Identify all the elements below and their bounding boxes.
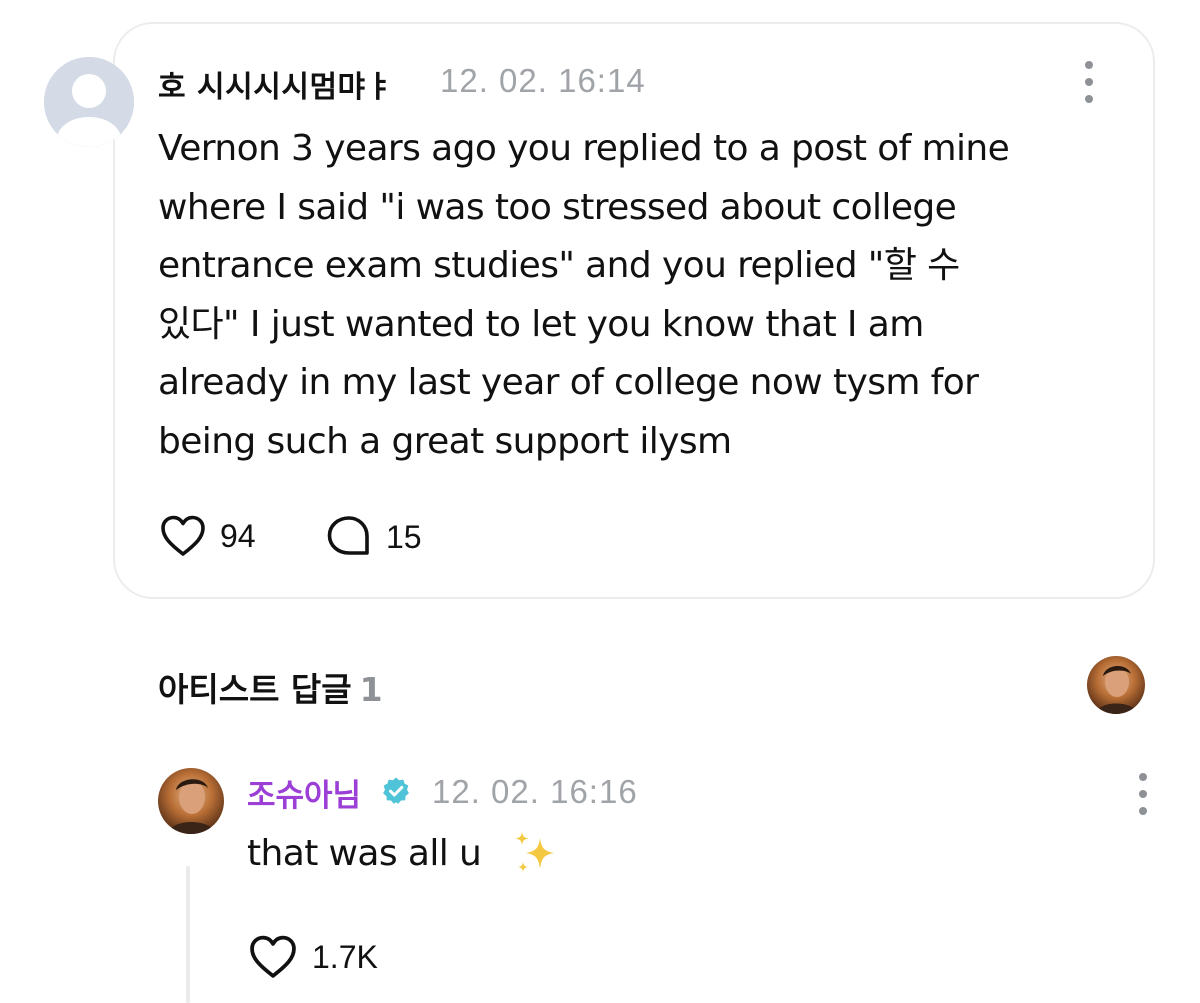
post-comment-button[interactable]: 15	[326, 515, 422, 559]
dot	[1085, 61, 1093, 69]
artist-replies-heading: 아티스트 답글 1	[158, 663, 383, 711]
thread-line	[186, 866, 190, 1003]
artist-avatar[interactable]	[158, 768, 224, 834]
artist-replies-count: 1	[359, 670, 383, 709]
reply-more-options-button[interactable]	[1137, 773, 1149, 815]
post-more-options-button[interactable]	[1083, 61, 1095, 103]
reply-timestamp: 12. 02. 16:16	[432, 773, 638, 810]
reply-author-name[interactable]: 조슈아님	[247, 770, 361, 815]
artist-photo-icon	[158, 768, 224, 834]
reply-text: that was all u	[247, 833, 482, 874]
speech-bubble-icon	[327, 516, 369, 555]
post-comment-count: 15	[386, 518, 422, 555]
heart-outline-icon	[161, 515, 205, 556]
artist-photo-icon	[1087, 656, 1145, 714]
dot	[1139, 790, 1147, 798]
post-body-text: Vernon 3 years ago you replied to a post…	[158, 128, 1010, 462]
artist-avatar-small[interactable]	[1087, 656, 1145, 714]
artist-replies-title: 아티스트 답글	[158, 670, 352, 709]
reply-like-count: 1.7K	[312, 938, 378, 975]
post-like-button[interactable]: 94	[160, 515, 256, 557]
post-author-name[interactable]: 호 시시시시멈먀ㅑ	[158, 62, 394, 106]
reply-like-button[interactable]: 1.7K	[248, 935, 378, 979]
dot	[1139, 773, 1147, 781]
user-silhouette-icon	[44, 57, 134, 147]
default-avatar[interactable]	[44, 57, 134, 147]
post-timestamp: 12. 02. 16:14	[440, 62, 646, 99]
dot	[1085, 78, 1093, 86]
fan-post-page: 호 시시시시멈먀ㅑ 12. 02. 16:14 Vernon 3 years a…	[0, 0, 1200, 1003]
verified-badge-icon	[383, 777, 409, 804]
heart-outline-icon	[250, 935, 296, 978]
sparkles-icon	[515, 832, 554, 872]
dot	[1139, 807, 1147, 815]
post-like-count: 94	[220, 517, 256, 554]
dot	[1085, 95, 1093, 103]
